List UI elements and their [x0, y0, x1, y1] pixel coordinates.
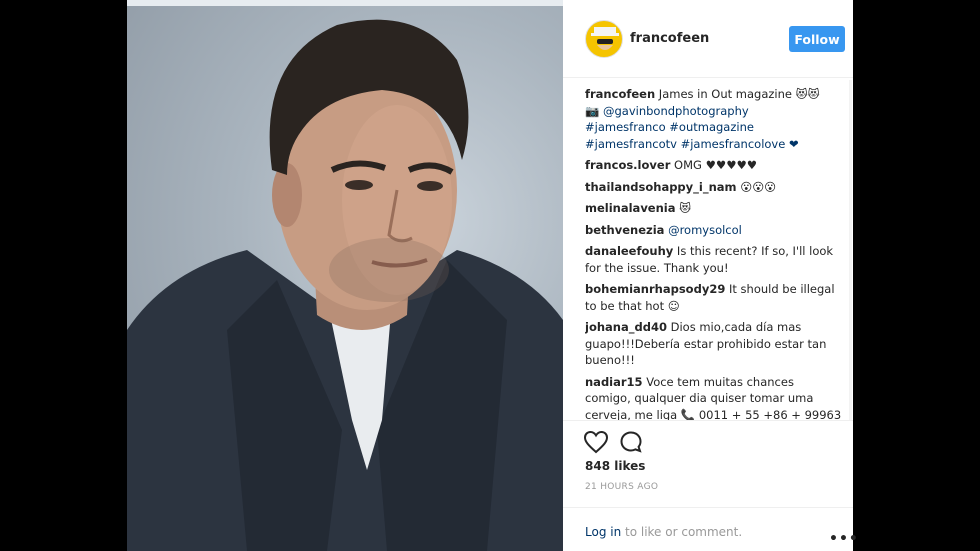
avatar-icon	[591, 27, 619, 50]
caption-username[interactable]: francofeen	[585, 87, 655, 101]
comment-text: OMG ♥♥♥♥♥	[674, 158, 758, 172]
login-rest: to like or comment.	[621, 525, 743, 539]
comment-username[interactable]: bethvenezia	[585, 223, 664, 237]
login-text: Log in to like or comment.	[585, 525, 742, 539]
post-modal: francofeen Follow francofeen James in Ou…	[127, 0, 858, 551]
list-item: bohemianrhapsody29 It should be illegal …	[585, 281, 843, 314]
list-item: thailandsohappy_i_nam 😮😮😮	[585, 179, 843, 196]
caption-line1: James in Out magazine 😻😻	[658, 87, 820, 101]
comment-username[interactable]: johana_dd40	[585, 320, 667, 334]
caption-line4[interactable]: #jamesfrancotv #jamesfrancolove ❤	[585, 137, 799, 151]
login-prompt: Log in to like or comment. •••	[563, 507, 858, 551]
comment-username[interactable]: melinalavenia	[585, 201, 676, 215]
comment-username[interactable]: bohemianrhapsody29	[585, 282, 725, 296]
caption: francofeen James in Out magazine 😻😻 📷 @g…	[585, 86, 843, 152]
portrait-illustration	[127, 19, 563, 551]
comment-text: 😻	[679, 201, 692, 215]
comments-list[interactable]: francofeen James in Out magazine 😻😻 📷 @g…	[585, 86, 843, 420]
list-item: danaleefouhy Is this recent? If so, I'll…	[585, 243, 843, 276]
comment-bubble-icon[interactable]	[619, 430, 643, 454]
more-options-icon[interactable]: •••	[829, 531, 859, 547]
post-actions: 848 likes 21 HOURS AGO Log in to like or…	[563, 420, 858, 551]
photo-top-strip	[127, 0, 563, 6]
comment-username[interactable]: nadiar15	[585, 375, 643, 389]
post-photo[interactable]	[127, 0, 563, 551]
caption-line3[interactable]: #jamesfranco #outmagazine	[585, 120, 754, 134]
post-username[interactable]: francofeen	[630, 31, 709, 46]
list-item: francos.lover OMG ♥♥♥♥♥	[585, 157, 843, 174]
comment-text: 😮😮😮	[740, 179, 777, 194]
list-item: nadiar15 Voce tem muitas chances comigo,…	[585, 374, 843, 421]
caption-line2[interactable]: 📷 @gavinbondphotography	[585, 104, 749, 118]
comment-mention[interactable]: @romysolcol	[668, 223, 742, 237]
post-side-panel: francofeen Follow francofeen James in Ou…	[563, 0, 858, 551]
login-link[interactable]: Log in	[585, 525, 621, 539]
avatar[interactable]	[585, 20, 623, 58]
comment-username[interactable]: thailandsohappy_i_nam	[585, 180, 737, 194]
post-timestamp: 21 HOURS AGO	[585, 482, 659, 492]
list-item: bethvenezia @romysolcol	[585, 222, 843, 239]
follow-button[interactable]: Follow	[789, 26, 845, 52]
likes-count[interactable]: 848 likes	[585, 459, 645, 473]
post-header: francofeen Follow	[563, 0, 853, 78]
comments-scrollbar[interactable]	[849, 80, 852, 420]
list-item: melinalavenia 😻	[585, 200, 843, 217]
comment-username[interactable]: danaleefouhy	[585, 244, 673, 258]
heart-icon[interactable]	[583, 430, 609, 454]
list-item: johana_dd40 Dios mio,cada día mas guapo!…	[585, 319, 843, 369]
comment-username[interactable]: francos.lover	[585, 158, 670, 172]
